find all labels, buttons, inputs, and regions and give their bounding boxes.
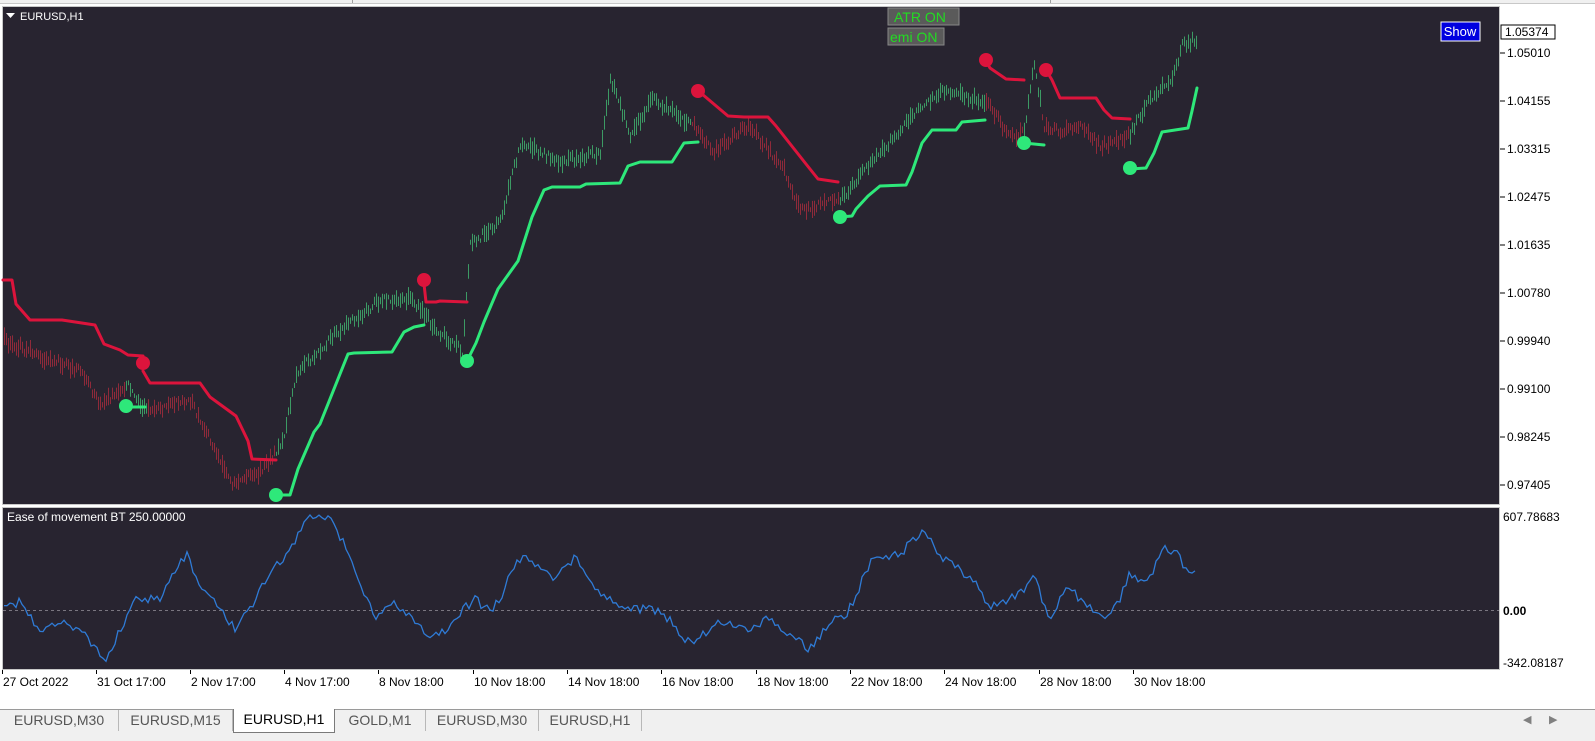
buy-signal-dot [269, 488, 283, 502]
buy-signal-dot [460, 354, 474, 368]
time-axis-label: 10 Nov 18:00 [474, 675, 546, 689]
chart-tab-eurusd-h1-active[interactable]: EURUSD,H1 [233, 709, 335, 733]
show-button-label[interactable]: Show [1444, 24, 1477, 39]
chart-tab-bar: EURUSD,M30 EURUSD,M15 EURUSD,H1 GOLD,M1 … [0, 709, 1595, 741]
indicator-panel-background [2, 507, 1500, 670]
time-axis-label: 22 Nov 18:00 [851, 675, 923, 689]
chart-tab-eurusd-m15[interactable]: EURUSD,M15 [119, 710, 233, 731]
time-axis-label: 4 Nov 17:00 [285, 675, 350, 689]
buy-signal-dot [119, 399, 133, 413]
time-axis-label: 24 Nov 18:00 [945, 675, 1017, 689]
price-axis-label: 0.99940 [1507, 334, 1551, 348]
current-price-label: 1.05374 [1505, 25, 1549, 39]
price-axis-label: 1.03315 [1507, 142, 1551, 156]
indicator-axis-label: 0.00 [1503, 604, 1527, 618]
time-axis-label: 31 Oct 17:00 [97, 675, 166, 689]
scroll-right-arrow-icon[interactable]: ▶ [1549, 713, 1557, 726]
chart-tab-eurusd-m30-2[interactable]: EURUSD,M30 [426, 710, 539, 731]
emi-label: emi ON [890, 29, 937, 45]
indicator-title: Ease of movement BT 250.00000 [7, 510, 186, 524]
price-axis-label: 0.99100 [1507, 382, 1551, 396]
indicator-axis: 607.78683 0.00 -342.08187 [1503, 510, 1564, 670]
indicator-axis-label: -342.08187 [1503, 656, 1564, 670]
chart-area[interactable]: EURUSD,H1 ATR ON emi ON Show 1.05010 1.04… [0, 4, 1595, 709]
time-axis: 27 Oct 2022 31 Oct 17:00 2 Nov 17:00 4 Nov … [2, 670, 1206, 689]
time-axis-label: 28 Nov 18:00 [1040, 675, 1112, 689]
time-axis-label: 30 Nov 18:00 [1134, 675, 1206, 689]
buy-signal-dot [1123, 161, 1137, 175]
time-axis-label: 27 Oct 2022 [3, 675, 69, 689]
time-axis-label: 2 Nov 17:00 [191, 675, 256, 689]
price-axis-label: 1.05010 [1507, 46, 1551, 60]
chart-symbol-title: EURUSD,H1 [20, 11, 84, 23]
price-axis-label: 1.00780 [1507, 286, 1551, 300]
price-axis-label: 1.02475 [1507, 190, 1551, 204]
chart-tab-gold-m1[interactable]: GOLD,M1 [335, 710, 426, 731]
sell-signal-dot [417, 273, 431, 287]
chart-tab-eurusd-h1-2[interactable]: EURUSD,H1 [539, 710, 642, 731]
sell-signal-dot [691, 84, 705, 98]
price-axis-label: 1.04155 [1507, 94, 1551, 108]
time-axis-label: 18 Nov 18:00 [757, 675, 829, 689]
chart-tab-eurusd-m30[interactable]: EURUSD,M30 [0, 710, 119, 731]
buy-signal-dot [1017, 136, 1031, 150]
time-axis-label: 8 Nov 18:00 [379, 675, 444, 689]
current-price-marker: 1.05374 [1500, 24, 1556, 40]
indicator-axis-label: 607.78683 [1503, 510, 1560, 524]
price-axis-label: 0.98245 [1507, 430, 1551, 444]
buy-signal-dot [833, 210, 847, 224]
sell-signal-dot [979, 53, 993, 67]
sell-signal-dot [136, 356, 150, 370]
atr-label: ATR ON [894, 9, 946, 25]
price-axis: 1.05010 1.04155 1.03315 1.02475 1.01635 1.007… [1500, 46, 1551, 492]
time-axis-label: 14 Nov 18:00 [568, 675, 640, 689]
show-button[interactable]: Show [1440, 21, 1481, 42]
price-axis-label: 1.01635 [1507, 238, 1551, 252]
price-axis-label: 0.97405 [1507, 478, 1551, 492]
scroll-left-arrow-icon[interactable]: ◀ [1523, 713, 1531, 726]
time-axis-label: 16 Nov 18:00 [662, 675, 734, 689]
sell-signal-dot [1039, 63, 1053, 77]
main-panel-background [2, 6, 1500, 505]
